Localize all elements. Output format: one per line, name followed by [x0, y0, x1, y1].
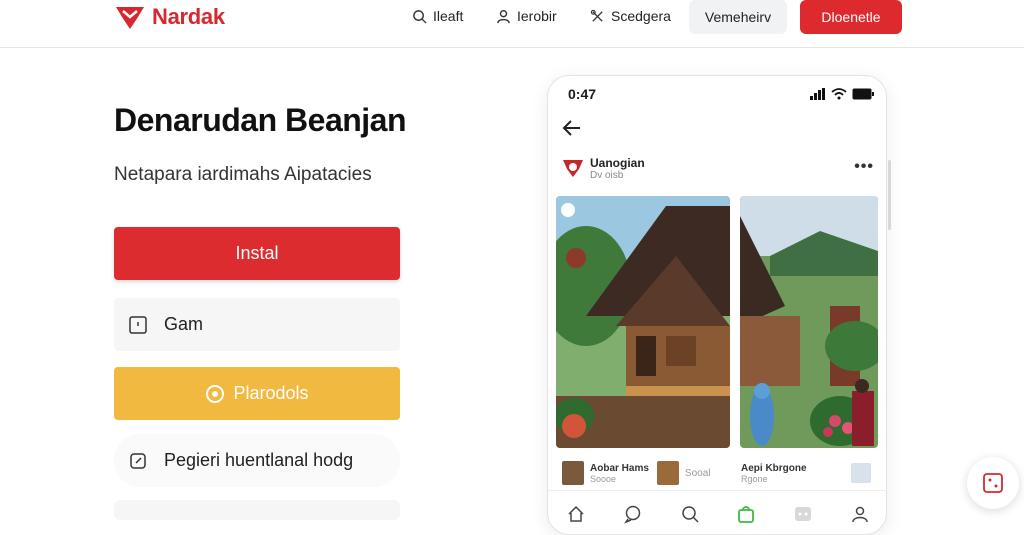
nav-item-ileaft[interactable]: Ileaft [412, 8, 463, 24]
phone-scrollbar[interactable] [888, 160, 891, 230]
caption-avatar [851, 463, 871, 483]
battery-icon [852, 88, 874, 100]
caption-sub: Rgone [741, 473, 768, 484]
nav-item-label: Ileaft [433, 8, 464, 24]
house-image [556, 196, 730, 448]
post-header: Uanogian Dv oisb ••• [562, 154, 874, 184]
post-image-house[interactable] [556, 196, 730, 448]
status-time: 0:47 [568, 86, 597, 102]
nav-item-label: Ierobir [517, 8, 557, 24]
caption-sub: Soooe [590, 473, 617, 484]
phone-tab-bar [548, 490, 886, 534]
caption-title: Sooal [684, 467, 711, 479]
primary-nav-button[interactable]: Dloenetle [800, 0, 902, 34]
tools-icon [590, 9, 603, 22]
post-image-garden[interactable] [740, 196, 878, 448]
secondary-nav-button[interactable]: Vemeheirv [689, 0, 787, 34]
caption-thumbnail [562, 461, 584, 485]
square-icon [129, 315, 147, 334]
avatar[interactable] [562, 158, 584, 178]
user-icon [497, 9, 510, 23]
wifi-icon [831, 88, 847, 100]
external-link-icon [130, 452, 146, 469]
partial-button[interactable] [114, 500, 400, 520]
brand-name: Nardak [152, 4, 225, 29]
caption-title: Aepi Kbrgone [741, 462, 807, 474]
caption-a[interactable]: Aobar Hams Soooe Sooal [562, 458, 710, 488]
chat-icon[interactable] [623, 504, 643, 524]
more-options-icon[interactable]: ••• [854, 158, 874, 176]
gam-button-label: Gam [164, 314, 204, 334]
floating-action-button[interactable] [967, 457, 1019, 509]
search-icon[interactable] [680, 504, 700, 524]
top-navigation-bar: Nardak Ileaft Ierobir Scedgera Vemeheirv… [0, 0, 1024, 48]
install-button[interactable]: Instal [114, 227, 400, 280]
nav-item-label: Scedgera [611, 8, 671, 24]
game-icon[interactable] [793, 504, 813, 524]
nav-item-ierobir[interactable]: Ierobir [496, 8, 557, 24]
caption-thumbnail [656, 461, 679, 485]
caption-b[interactable]: Aepi Kbrgone Rgone [741, 458, 871, 488]
page-subtitle: Netapara iardimahs Aipatacies [114, 164, 372, 185]
page-title: Denarudan Beanjan [114, 102, 407, 138]
caption-title: Aobar Hams [590, 462, 649, 474]
profile-icon[interactable] [850, 504, 870, 524]
back-arrow-icon[interactable] [560, 116, 584, 140]
signal-icon [810, 88, 825, 100]
search-icon [413, 9, 427, 24]
nav-item-scedgera[interactable]: Scedgera [590, 8, 671, 24]
dice-icon [983, 473, 1003, 493]
install-button-label: Instal [235, 243, 279, 263]
post-author-sub: Dv oisb [590, 170, 624, 181]
garden-image [740, 196, 878, 448]
phone-status-bar: 0:47 [568, 86, 874, 104]
brand-logo[interactable]: Nardak [114, 3, 225, 31]
link-button[interactable]: Pegieri huentlanal hodg [114, 434, 400, 487]
chat-bubble-icon [206, 384, 225, 403]
plarodols-button-label: Plarodols [233, 383, 309, 403]
link-button-label: Pegieri huentlanal hodg [164, 450, 354, 470]
plarodols-button[interactable]: Plarodols [114, 367, 400, 420]
phone-mockup: 0:47 Uanogian Dv oisb ••• Aobar Hams Soo… [547, 75, 887, 535]
home-icon[interactable] [566, 504, 586, 524]
bag-icon[interactable] [736, 504, 756, 524]
brand-logo-icon [116, 7, 144, 29]
gam-button[interactable]: Gam [114, 298, 400, 351]
post-author-name[interactable]: Uanogian [590, 156, 645, 170]
